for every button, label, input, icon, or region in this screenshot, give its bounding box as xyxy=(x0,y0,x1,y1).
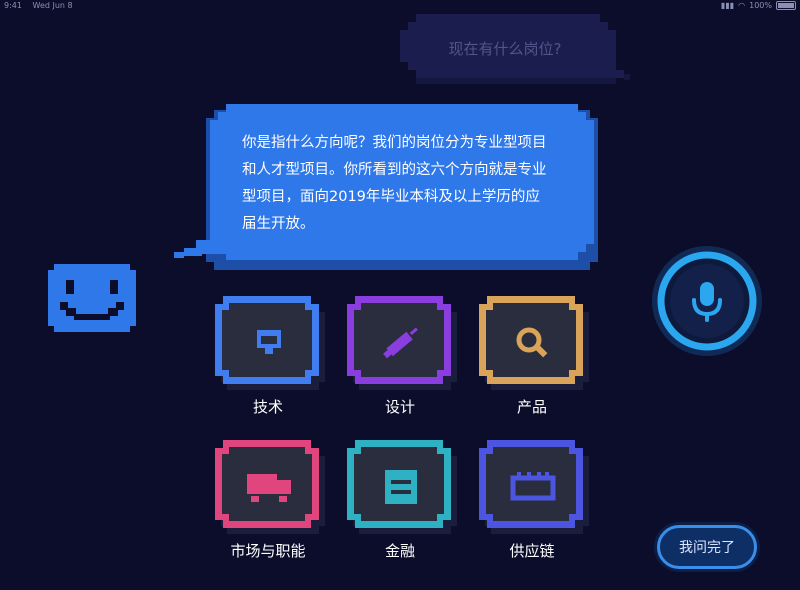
bot-answer-text: 你是指什么方向呢？我们的岗位分为专业型项目和人才型项目。你所看到的这六个方向就是… xyxy=(242,135,547,232)
category-label: 金融 xyxy=(384,542,415,560)
chip-icon xyxy=(479,440,589,534)
bot-answer-bubble: 你是指什么方向呢？我们的岗位分为专业型项目和人才型项目。你所看到的这六个方向就是… xyxy=(170,100,610,272)
category-button-1[interactable]: 技术 xyxy=(213,296,325,417)
category-button-4[interactable]: 市场与职能 xyxy=(213,440,325,561)
status-bar-right: ▮▮▮ ◠ 100% xyxy=(721,1,796,10)
status-time: 9:41 xyxy=(4,1,22,10)
wallet-icon xyxy=(347,440,457,534)
monitor-icon xyxy=(215,296,325,390)
screen: 9:41 Wed Jun 8 ▮▮▮ ◠ 100% 现在有什么岗位? 你是指什么… xyxy=(0,0,800,590)
wifi-icon: ◠ xyxy=(738,1,746,10)
done-button[interactable]: 我问完了 xyxy=(657,525,757,569)
category-label: 技术 xyxy=(252,398,283,416)
category-button-2[interactable]: 设计 xyxy=(345,296,457,417)
pen-icon xyxy=(347,296,457,390)
robot-face-icon xyxy=(48,264,136,332)
category-button-6[interactable]: 供应链 xyxy=(477,440,589,561)
category-label: 市场与职能 xyxy=(230,542,306,560)
category-label: 产品 xyxy=(516,398,547,416)
voice-input-button[interactable] xyxy=(650,244,765,359)
category-label: 设计 xyxy=(384,398,415,416)
signal-icon: ▮▮▮ xyxy=(720,1,735,10)
battery-icon xyxy=(776,1,796,10)
category-label: 供应链 xyxy=(509,542,555,560)
battery-percent: 100% xyxy=(749,1,772,10)
user-question-text: 现在有什么岗位? xyxy=(448,40,562,58)
status-bar-left: 9:41 Wed Jun 8 xyxy=(4,1,81,10)
magnifier-icon xyxy=(479,296,589,390)
robot-avatar xyxy=(48,264,136,336)
status-date: Wed Jun 8 xyxy=(32,1,73,10)
user-question-bubble: 现在有什么岗位? xyxy=(400,6,632,90)
mic-button-shape xyxy=(652,246,762,356)
truck-icon xyxy=(215,440,325,534)
category-button-3[interactable]: 产品 xyxy=(477,296,589,417)
category-button-5[interactable]: 金融 xyxy=(345,440,457,561)
